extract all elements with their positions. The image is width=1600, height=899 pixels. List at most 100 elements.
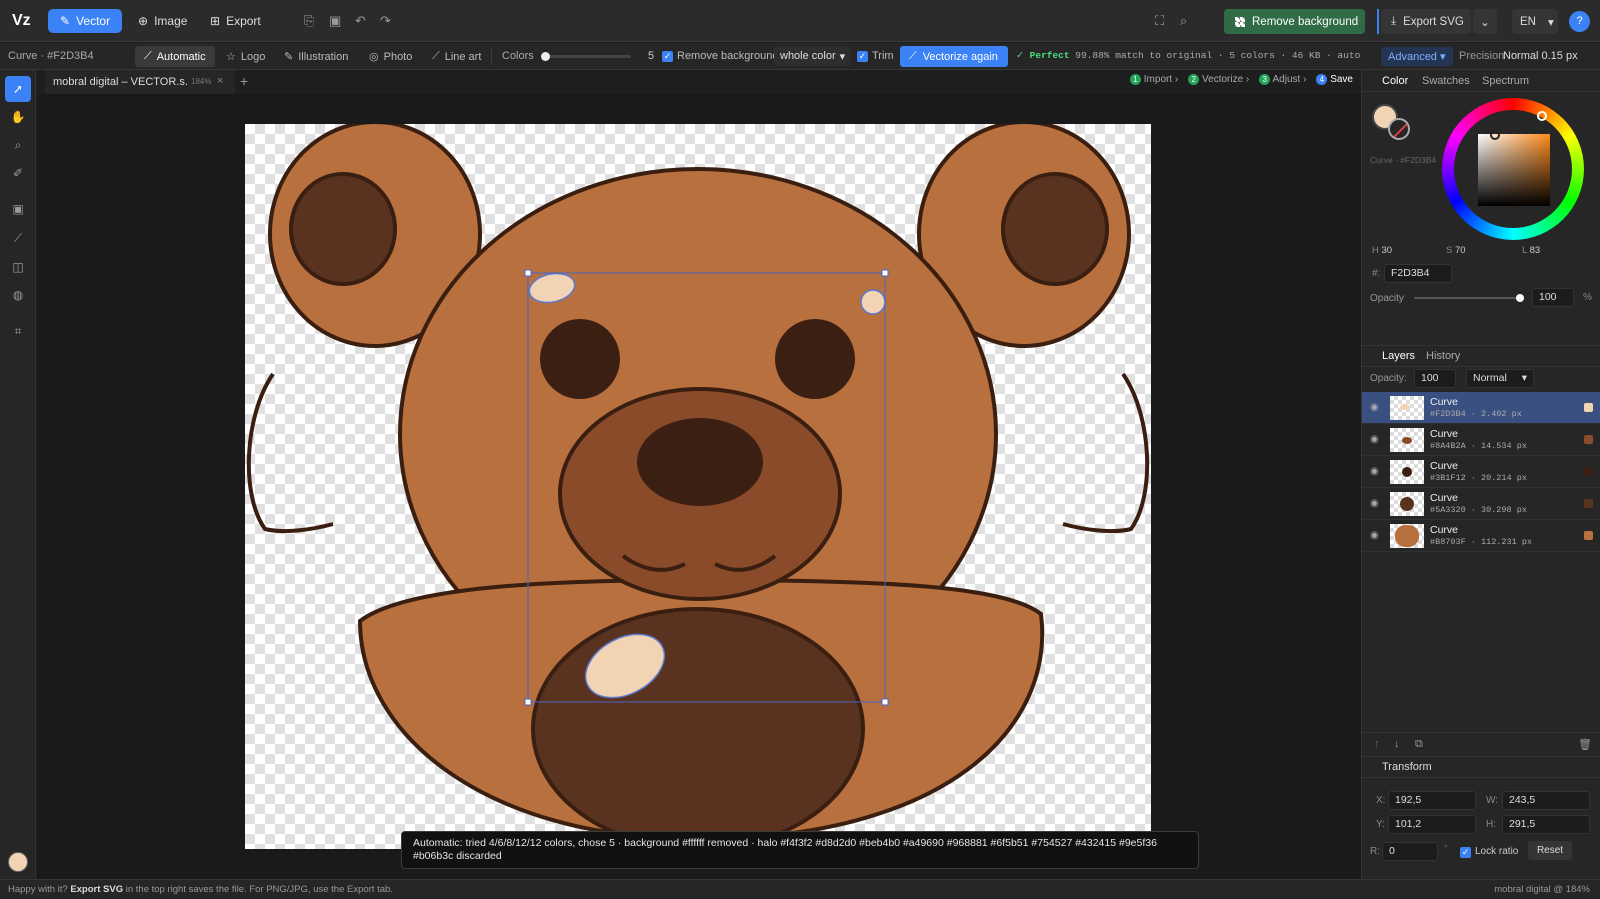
close-tab-icon[interactable]: × (217, 75, 224, 87)
duplicate-icon[interactable]: ⧉ (1415, 738, 1423, 751)
move-up-icon[interactable]: ↑ (1374, 738, 1380, 750)
height-input[interactable]: 291,5 (1502, 815, 1590, 834)
step-label: Import (1143, 74, 1173, 85)
export-icon: ⊞ (210, 14, 221, 28)
redo-icon[interactable]: ↷ (380, 13, 391, 29)
step-vectorize[interactable]: 2 Vectorize › (1188, 74, 1249, 85)
zoom-tool-icon[interactable]: ⌕ (5, 132, 31, 158)
colors-value: 5 (648, 50, 655, 62)
preset-automatic[interactable]: ⟋ Automatic (135, 46, 215, 67)
advanced-button[interactable]: Advanced ▾ (1381, 47, 1453, 66)
eye-icon[interactable]: ◉ (1370, 434, 1379, 445)
help-button[interactable]: ? (1569, 11, 1590, 32)
mode-tab-image[interactable]: ⊕ Image (126, 9, 199, 33)
select-tool-icon[interactable]: ➚ (5, 76, 31, 102)
undo-icon[interactable]: ↶ (355, 13, 366, 29)
step-adjust[interactable]: 3 Adjust › (1259, 74, 1306, 85)
step-number: 1 (1130, 74, 1141, 85)
hex-input[interactable]: F2D3B4 (1384, 264, 1452, 283)
divider (1377, 9, 1379, 34)
layer-row[interactable]: ◉ Curve #B8703F · 112.231 px (1362, 520, 1600, 552)
tab-color[interactable]: Color (1382, 75, 1408, 87)
shape-tool-icon[interactable]: ◫ (5, 254, 31, 280)
preset-label: Automatic (156, 50, 206, 63)
selection-handle (524, 698, 532, 706)
layer-opacity-label: Opacity: (1370, 373, 1407, 384)
y-input[interactable]: 101,2 (1388, 815, 1476, 834)
export-menu-chevron-icon[interactable]: ⌄ (1473, 9, 1497, 34)
blend-mode-select[interactable]: Normal ▾ (1466, 369, 1534, 388)
tab-layers[interactable]: Layers (1382, 350, 1415, 362)
preset-logo[interactable]: ☆ Logo (217, 46, 274, 67)
step-number: 3 (1259, 74, 1271, 85)
active-color-swatch[interactable] (8, 852, 28, 872)
saturation-lightness-square[interactable] (1478, 134, 1550, 206)
fill-tool-icon[interactable]: ◍ (5, 282, 31, 308)
open-image-icon[interactable]: ▣ (329, 13, 341, 29)
eyedropper-icon[interactable]: ✐ (5, 160, 31, 186)
language-select[interactable]: EN ▾ (1512, 9, 1558, 34)
tab-history[interactable]: History (1426, 350, 1460, 362)
preset-line-art[interactable]: ⟋ Line art (423, 46, 490, 67)
remove-background-button[interactable]: Remove background (1224, 9, 1365, 34)
layer-name: Curve (1430, 460, 1459, 472)
export-svg-button[interactable]: ⤓ Export SVG (1381, 9, 1471, 34)
trim-checkbox[interactable]: ✓ (857, 51, 868, 62)
bear-illustration[interactable] (245, 124, 1151, 849)
line-tool-icon[interactable]: ⟋ (5, 225, 31, 251)
layer-row[interactable]: ◉ Curve #8A4B2A · 14.534 px (1362, 424, 1600, 456)
tab-spectrum[interactable]: Spectrum (1482, 75, 1529, 87)
add-tab-icon[interactable]: + (240, 73, 248, 89)
layer-row[interactable]: ◉ Curve #5A3320 · 30.298 px (1362, 488, 1600, 520)
rotation-input[interactable]: 0 (1382, 842, 1438, 861)
left-eye (540, 319, 620, 399)
step-save[interactable]: 4 Save (1316, 74, 1353, 85)
layer-row[interactable]: ◉ Curve #F2D3B4 · 2.402 px (1362, 392, 1600, 424)
precision-value[interactable]: Normal 0.15 px (1503, 50, 1578, 62)
eye-icon[interactable]: ◉ (1370, 498, 1379, 509)
hand-tool-icon[interactable]: ✋ (5, 104, 31, 130)
move-down-icon[interactable]: ↓ (1394, 738, 1400, 750)
layer-row[interactable]: ◉ Curve #3B1F12 · 20.214 px (1362, 456, 1600, 488)
preset-photo[interactable]: ◎ Photo (360, 46, 421, 67)
chevron-down-icon: ▾ (1521, 372, 1527, 384)
step-label: Vectorize (1202, 74, 1244, 85)
document-tabs: mobral digital – VECTOR.s... 184% × + 1 … (37, 70, 1361, 94)
opacity-input[interactable]: 100 (1532, 288, 1574, 307)
eye-icon[interactable]: ◉ (1370, 466, 1379, 477)
layer-thumbnail (1390, 396, 1424, 420)
vectorize-again-button[interactable]: ⟋ Vectorize again (900, 46, 1008, 67)
x-input[interactable]: 192,5 (1388, 791, 1476, 810)
artboard[interactable] (245, 124, 1151, 849)
mode-tab-export[interactable]: ⊞ Export (198, 9, 273, 33)
fit-screen-icon[interactable]: ⛶ (1155, 13, 1164, 29)
step-import[interactable]: 1 Import › (1130, 74, 1178, 85)
lock-ratio-label: Lock ratio (1475, 846, 1519, 857)
mode-tab-vector[interactable]: ✎ Vector (48, 9, 122, 33)
lightness-label: L (1522, 245, 1527, 256)
remove-background-checkbox[interactable]: ✓ (662, 51, 673, 62)
hue-handle[interactable] (1537, 111, 1547, 121)
colors-slider[interactable] (541, 52, 631, 61)
hue-readout: H 30 (1372, 245, 1392, 256)
color-picker-handle[interactable] (1490, 130, 1500, 140)
trash-icon[interactable]: 🗑 (1578, 738, 1592, 751)
width-input[interactable]: 243,5 (1502, 791, 1590, 810)
stroke-swatch[interactable] (1388, 118, 1410, 140)
layer-opacity-input[interactable]: 100 (1414, 369, 1456, 388)
reset-button[interactable]: Reset (1528, 841, 1572, 860)
opacity-slider[interactable] (1414, 294, 1524, 302)
zoom-icon[interactable]: ⌕ (1180, 13, 1187, 29)
crop-tool-icon[interactable]: ⌗ (5, 318, 31, 344)
remove-mode-select[interactable]: whole color ▾ (774, 47, 852, 66)
image-tool-icon[interactable]: ▣ (5, 196, 31, 222)
selection-info: Curve · #F2D3B4 (8, 50, 94, 62)
eye-icon[interactable]: ◉ (1370, 530, 1379, 541)
bear-nose (637, 418, 763, 506)
new-file-icon[interactable]: ⎘ (304, 13, 314, 29)
top-bar: Vz ✎ Vector ⊕ Image ⊞ Export ⎘ ▣ ↶ ↷ ⛶ ⌕ Re… (0, 0, 1600, 42)
lock-ratio-checkbox[interactable]: ✓ (1460, 847, 1471, 858)
eye-icon[interactable]: ◉ (1370, 402, 1379, 413)
tab-swatches[interactable]: Swatches (1422, 75, 1470, 87)
preset-illustration[interactable]: ✎ Illustration (275, 46, 357, 67)
